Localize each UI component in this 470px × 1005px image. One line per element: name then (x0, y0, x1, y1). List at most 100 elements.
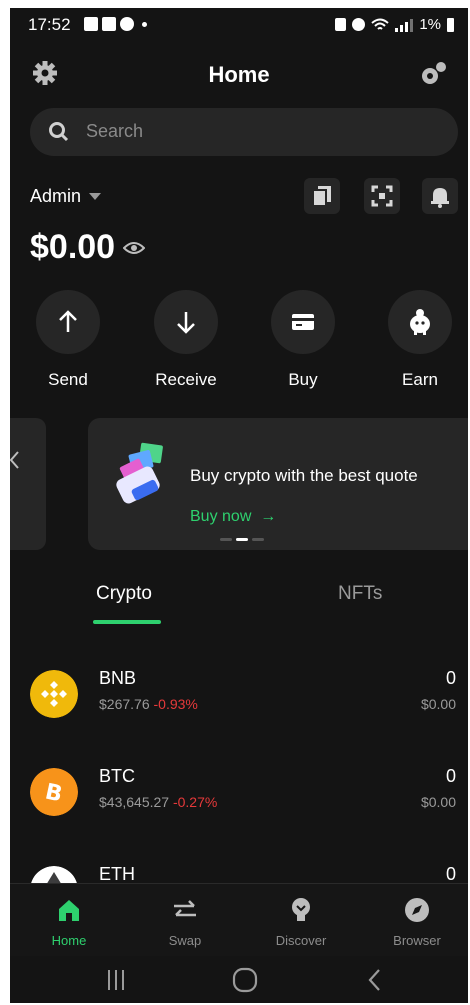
checkbox-notification-icon (84, 17, 98, 31)
bnb-coin-icon (30, 670, 78, 718)
copy-icon (312, 186, 331, 207)
swap-icon (174, 900, 196, 917)
lightbulb-icon (292, 898, 310, 921)
asset-price-line: $267.76 -0.93% (99, 696, 198, 712)
balance-value: $0.00 (30, 228, 116, 266)
buy-action[interactable]: Buy (263, 290, 343, 390)
phone-screen: 17:52 1% Home Search Admin $0.00 Send Re… (10, 8, 468, 1003)
notifications-button[interactable] (422, 178, 458, 214)
asset-price: $43,645.27 (99, 794, 170, 810)
bottom-navigation: Home Swap Discover Browser (10, 883, 468, 956)
buy-label: Buy (288, 370, 318, 389)
nav-browser-label: Browser (393, 933, 441, 948)
compass-icon (405, 898, 429, 922)
btc-coin-icon: B (30, 768, 78, 816)
arrow-down-icon (177, 312, 195, 334)
asset-price: $267.76 (99, 696, 150, 712)
card-icon (292, 314, 314, 330)
tab-nfts[interactable]: NFTs (338, 583, 382, 605)
asset-symbol: ETH (99, 866, 135, 883)
alarm-icon (352, 18, 366, 31)
receive-label: Receive (155, 370, 217, 389)
arrow-up-icon (59, 310, 77, 332)
home-icon (59, 900, 79, 921)
bell-icon (431, 188, 449, 208)
calendar-notification-icon (102, 17, 116, 31)
back-icon[interactable] (366, 967, 384, 993)
search-icon (49, 122, 69, 142)
lock-icon (335, 18, 347, 31)
total-balance: $0.00 (30, 228, 146, 267)
asset-symbol: BTC (99, 766, 135, 786)
status-right: 1% (335, 16, 454, 33)
asset-fiat-value: $0.00 (420, 794, 456, 810)
active-tab-indicator (93, 620, 161, 624)
search-bar[interactable]: Search (30, 108, 458, 156)
signal-icon (395, 18, 414, 32)
copy-button[interactable] (304, 178, 340, 214)
wallet-selector[interactable]: Admin (30, 186, 102, 207)
buy-now-label: Buy now (190, 508, 252, 525)
viber-notification-icon (120, 17, 134, 31)
recent-apps-icon[interactable] (104, 968, 128, 992)
nav-discover-label: Discover (275, 933, 327, 948)
status-time: 17:52 (28, 15, 71, 34)
receive-action[interactable]: Receive (146, 290, 226, 390)
pager-dot-active (236, 538, 248, 541)
previous-promo-card[interactable] (10, 418, 46, 550)
home-button-icon[interactable] (232, 967, 258, 993)
nav-browser[interactable]: Browser (372, 896, 462, 948)
system-navigation-bar (10, 956, 468, 1003)
top-bar: Home (10, 48, 468, 98)
status-bar: 17:52 1% (10, 8, 468, 40)
pager-dot (252, 538, 264, 541)
earn-button[interactable] (388, 290, 452, 354)
receive-button[interactable] (154, 290, 218, 354)
earn-action[interactable]: Earn (380, 290, 460, 390)
nav-swap[interactable]: Swap (140, 896, 230, 948)
asset-balance: 0 (445, 766, 456, 786)
eye-icon[interactable] (123, 240, 146, 256)
battery-percent: 1% (419, 16, 441, 33)
wallet-connect-icon[interactable] (420, 60, 448, 86)
eth-coin-icon (31, 866, 77, 883)
scan-button[interactable] (364, 178, 400, 214)
asset-row-bnb[interactable]: BNB $267.76 -0.93% 0 $0.00 (10, 668, 468, 740)
carousel-indicator (220, 538, 264, 541)
buy-crypto-illustration-icon (116, 442, 163, 504)
asset-price-line: $43,645.27 -0.27% (99, 794, 217, 810)
battery-icon (447, 17, 454, 32)
asset-row-eth[interactable]: ETH 0 (10, 866, 468, 883)
chevron-down-icon (89, 193, 102, 200)
asset-fiat-value: $0.00 (420, 696, 456, 712)
asset-balance: 0 (445, 866, 456, 883)
send-label: Send (48, 370, 88, 389)
page-title: Home (208, 62, 270, 87)
asset-row-btc[interactable]: B BTC $43,645.27 -0.27% 0 $0.00 (10, 766, 468, 838)
more-notifications-icon (142, 21, 147, 27)
nav-swap-label: Swap (168, 933, 202, 948)
asset-balance: 0 (445, 668, 456, 688)
asset-change: -0.93% (153, 696, 198, 712)
pager-dot (220, 538, 232, 541)
search-placeholder: Search (86, 121, 144, 141)
chevron-left-icon (10, 451, 19, 469)
arrow-right-icon: → (255, 508, 277, 525)
piggy-bank-icon (410, 309, 430, 335)
wallet-name: Admin (30, 186, 82, 206)
send-button[interactable] (36, 290, 100, 354)
nav-discover[interactable]: Discover (256, 896, 346, 948)
buy-now-link[interactable]: Buy now → (190, 508, 276, 526)
nav-home[interactable]: Home (24, 896, 114, 948)
send-action[interactable]: Send (28, 290, 108, 390)
asset-symbol: BNB (99, 668, 137, 688)
nav-home-label: Home (51, 933, 87, 948)
scan-icon (371, 185, 393, 207)
promo-card[interactable]: Buy crypto with the best quote Buy now → (88, 418, 468, 550)
earn-label: Earn (402, 370, 438, 389)
notification-icons (84, 17, 147, 31)
tab-crypto[interactable]: Crypto (96, 583, 152, 605)
buy-button[interactable] (271, 290, 335, 354)
wifi-icon (371, 18, 389, 30)
promo-title: Buy crypto with the best quote (190, 466, 418, 485)
